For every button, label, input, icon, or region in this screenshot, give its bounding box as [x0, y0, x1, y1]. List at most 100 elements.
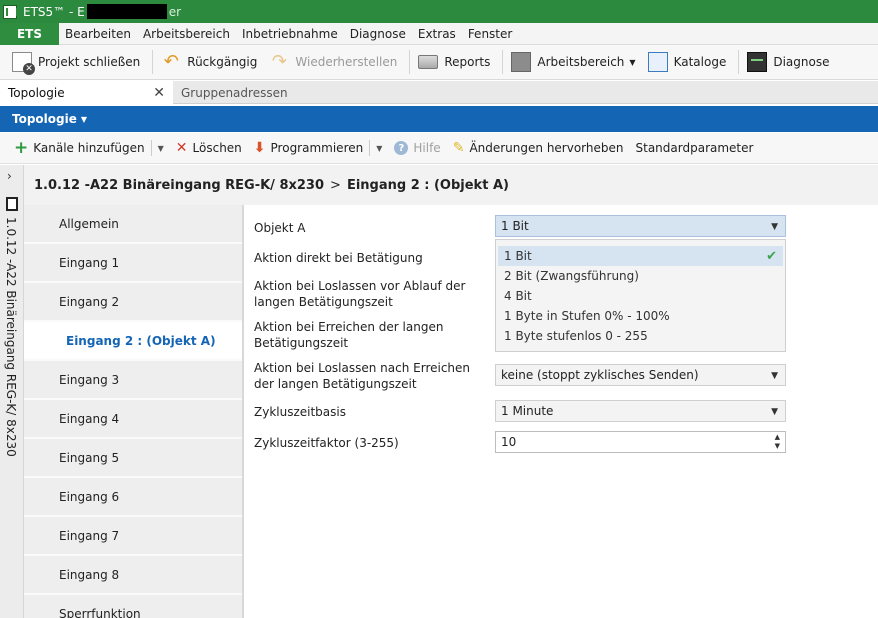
aktion-loslassen-nach-select[interactable]: keine (stoppt zyklisches Senden) ▼	[495, 364, 786, 386]
program-label: Programmieren	[270, 141, 364, 155]
close-project-button[interactable]: Projekt schließen	[8, 47, 148, 77]
highlighter-icon: ✎	[452, 140, 465, 156]
tab-topologie[interactable]: Topologie ✕	[0, 81, 173, 104]
nav-item-eingang-6[interactable]: Eingang 6	[24, 478, 242, 517]
breadcrumb-device[interactable]: 1.0.12 -A22 Binäreingang REG-K/ 8x230	[34, 178, 324, 193]
diagnose-button[interactable]: Diagnose	[743, 47, 837, 77]
dropdown-option-4-bit[interactable]: 4 Bit	[496, 286, 785, 306]
redo-icon: ↷	[271, 51, 287, 72]
nav-item-eingang-1[interactable]: Eingang 1	[24, 244, 242, 283]
menu-arbeitsbereich[interactable]: Arbeitsbereich	[137, 27, 236, 41]
panel-header[interactable]: Topologie ▼	[0, 106, 878, 132]
diagnose-label: Diagnose	[773, 55, 830, 69]
menu-diagnose[interactable]: Diagnose	[344, 27, 412, 41]
menu-inbetriebnahme[interactable]: Inbetriebnahme	[236, 27, 344, 41]
highlight-changes-button[interactable]: ✎ Änderungen hervorheben	[447, 136, 630, 160]
zykluszeitbasis-label: Zykluszeitbasis	[254, 405, 346, 419]
highlight-changes-label: Änderungen hervorheben	[469, 141, 624, 155]
chevron-right-icon[interactable]: ›	[7, 169, 12, 183]
delete-button[interactable]: ✕ Löschen	[170, 136, 248, 160]
plus-icon: +	[14, 138, 29, 158]
catalogs-button[interactable]: Kataloge	[644, 47, 735, 77]
aktion-loslassen-nach-label: Aktion bei Loslassen nach Erreichen der …	[254, 361, 471, 391]
parameter-panel: Objekt A 1 Bit ▼ Aktion direkt bei Betät…	[246, 205, 878, 618]
dropdown-option-1-byte-stufenlos[interactable]: 1 Byte stufenlos 0 - 255	[496, 326, 785, 346]
breadcrumb: 1.0.12 -A22 Binäreingang REG-K/ 8x230 > …	[24, 165, 878, 205]
help-icon: ?	[394, 141, 409, 155]
zykluszeitbasis-value: 1 Minute	[501, 404, 554, 418]
dropdown-option-2-bit[interactable]: 2 Bit (Zwangsführung)	[496, 266, 785, 286]
main-toolbar: Projekt schließen ↶ Rückgängig ↷ Wiederh…	[0, 45, 878, 80]
aktion-loslassen-nach-value: keine (stoppt zyklisches Senden)	[501, 368, 699, 382]
reports-button[interactable]: Reports	[414, 47, 498, 77]
document-tabs: Topologie ✕ Gruppenadressen	[0, 81, 878, 104]
zykluszeitbasis-select[interactable]: 1 Minute ▼	[495, 400, 786, 422]
zykluszeitfaktor-input[interactable]: 10 ▲ ▼	[495, 431, 786, 453]
nav-item-eingang-5[interactable]: Eingang 5	[24, 439, 242, 478]
undo-icon: ↶	[163, 51, 179, 72]
close-icon[interactable]: ✕	[153, 85, 165, 101]
workspace-icon	[511, 52, 532, 72]
zykluszeitfaktor-value: 10	[501, 435, 517, 449]
zykluszeitfaktor-label: Zykluszeitfaktor (3-255)	[254, 436, 399, 450]
dropdown-option-label: 1 Bit	[504, 249, 532, 263]
dropdown-option-1-bit[interactable]: 1 Bit ✔	[498, 246, 783, 266]
aktion-loslassen-vor-label: Aktion bei Loslassen vor Ablauf der lang…	[254, 279, 466, 309]
download-icon: ⬇	[253, 140, 266, 156]
help-label: Hilfe	[413, 141, 441, 155]
nav-item-eingang-3[interactable]: Eingang 3	[24, 361, 242, 400]
catalog-icon	[647, 52, 668, 72]
title-bar: ETS5™ - E er	[0, 0, 878, 23]
program-dropdown[interactable]: ▼	[369, 140, 388, 156]
menu-bar: ETS Bearbeiten Arbeitsbereich Inbetriebn…	[0, 22, 878, 45]
collapsed-device-panel: › 1.0.12 -A22 Binäreingang REG-K/ 8x230	[0, 165, 24, 618]
default-params-button[interactable]: Standardparameter	[630, 136, 760, 160]
objekt-a-select[interactable]: 1 Bit ▼	[495, 215, 786, 237]
undo-label: Rückgängig	[187, 55, 258, 69]
close-project-label: Projekt schließen	[38, 55, 141, 69]
program-button[interactable]: ⬇ Programmieren	[248, 136, 369, 160]
dropdown-option-1-byte-stufen[interactable]: 1 Byte in Stufen 0% - 100%	[496, 306, 785, 326]
redo-button[interactable]: ↷ Wiederherstellen	[265, 47, 405, 77]
help-button[interactable]: ? Hilfe	[388, 136, 446, 160]
vertical-device-label[interactable]: 1.0.12 -A22 Binäreingang REG-K/ 8x230	[4, 217, 18, 457]
add-channels-dropdown[interactable]: ▼	[150, 140, 170, 156]
chevron-down-icon: ▼	[771, 407, 778, 417]
toolbar-separator	[152, 50, 154, 74]
redo-label: Wiederherstellen	[295, 55, 398, 69]
nav-item-sperrfunktion[interactable]: Sperrfunktion	[24, 595, 242, 618]
ets-menu-button[interactable]: ETS	[0, 22, 59, 45]
nav-item-eingang-2[interactable]: Eingang 2	[24, 283, 242, 322]
tab-gruppenadressen[interactable]: Gruppenadressen	[173, 81, 296, 104]
add-channels-label: Kanäle hinzufügen	[33, 141, 145, 155]
nav-item-eingang-4[interactable]: Eingang 4	[24, 400, 242, 439]
nav-item-eingang-8[interactable]: Eingang 8	[24, 556, 242, 595]
nav-item-allgemein[interactable]: Allgemein	[24, 205, 242, 244]
nav-item-eingang-7[interactable]: Eingang 7	[24, 517, 242, 556]
menu-extras[interactable]: Extras	[412, 27, 462, 41]
redacted-title-region	[86, 4, 167, 19]
menu-fenster[interactable]: Fenster	[462, 27, 519, 41]
add-channels-button[interactable]: + Kanäle hinzufügen	[8, 136, 151, 160]
toolbar-separator	[502, 50, 504, 74]
chevron-down-icon[interactable]: ▼	[775, 442, 780, 451]
chevron-down-icon: ▼	[629, 57, 636, 67]
menu-bearbeiten[interactable]: Bearbeiten	[59, 27, 137, 41]
parameter-nav: Allgemein Eingang 1 Eingang 2 Eingang 2 …	[24, 205, 244, 618]
device-icon	[6, 197, 18, 211]
chevron-down-icon: ▼	[80, 114, 88, 124]
close-project-icon	[12, 52, 35, 75]
chevron-down-icon: ▼	[771, 371, 778, 381]
panel-title: Topologie	[12, 112, 77, 126]
aktion-erreichen-label: Aktion bei Erreichen der langen Betätigu…	[254, 320, 444, 350]
undo-button[interactable]: ↶ Rückgängig	[157, 47, 265, 77]
nav-item-eingang-2-objekt-a[interactable]: Eingang 2 : (Objekt A)	[24, 322, 242, 361]
ets-app-icon	[3, 4, 18, 19]
chevron-up-icon[interactable]: ▲	[775, 433, 780, 442]
workspace-button[interactable]: Arbeitsbereich ▼	[507, 47, 643, 77]
window-title: ETS5™ - E	[23, 4, 85, 19]
spin-buttons[interactable]: ▲ ▼	[775, 433, 780, 451]
workspace-label: Arbeitsbereich	[537, 55, 625, 69]
checkmark-icon: ✔	[766, 248, 777, 264]
toolbar-separator	[738, 50, 740, 74]
